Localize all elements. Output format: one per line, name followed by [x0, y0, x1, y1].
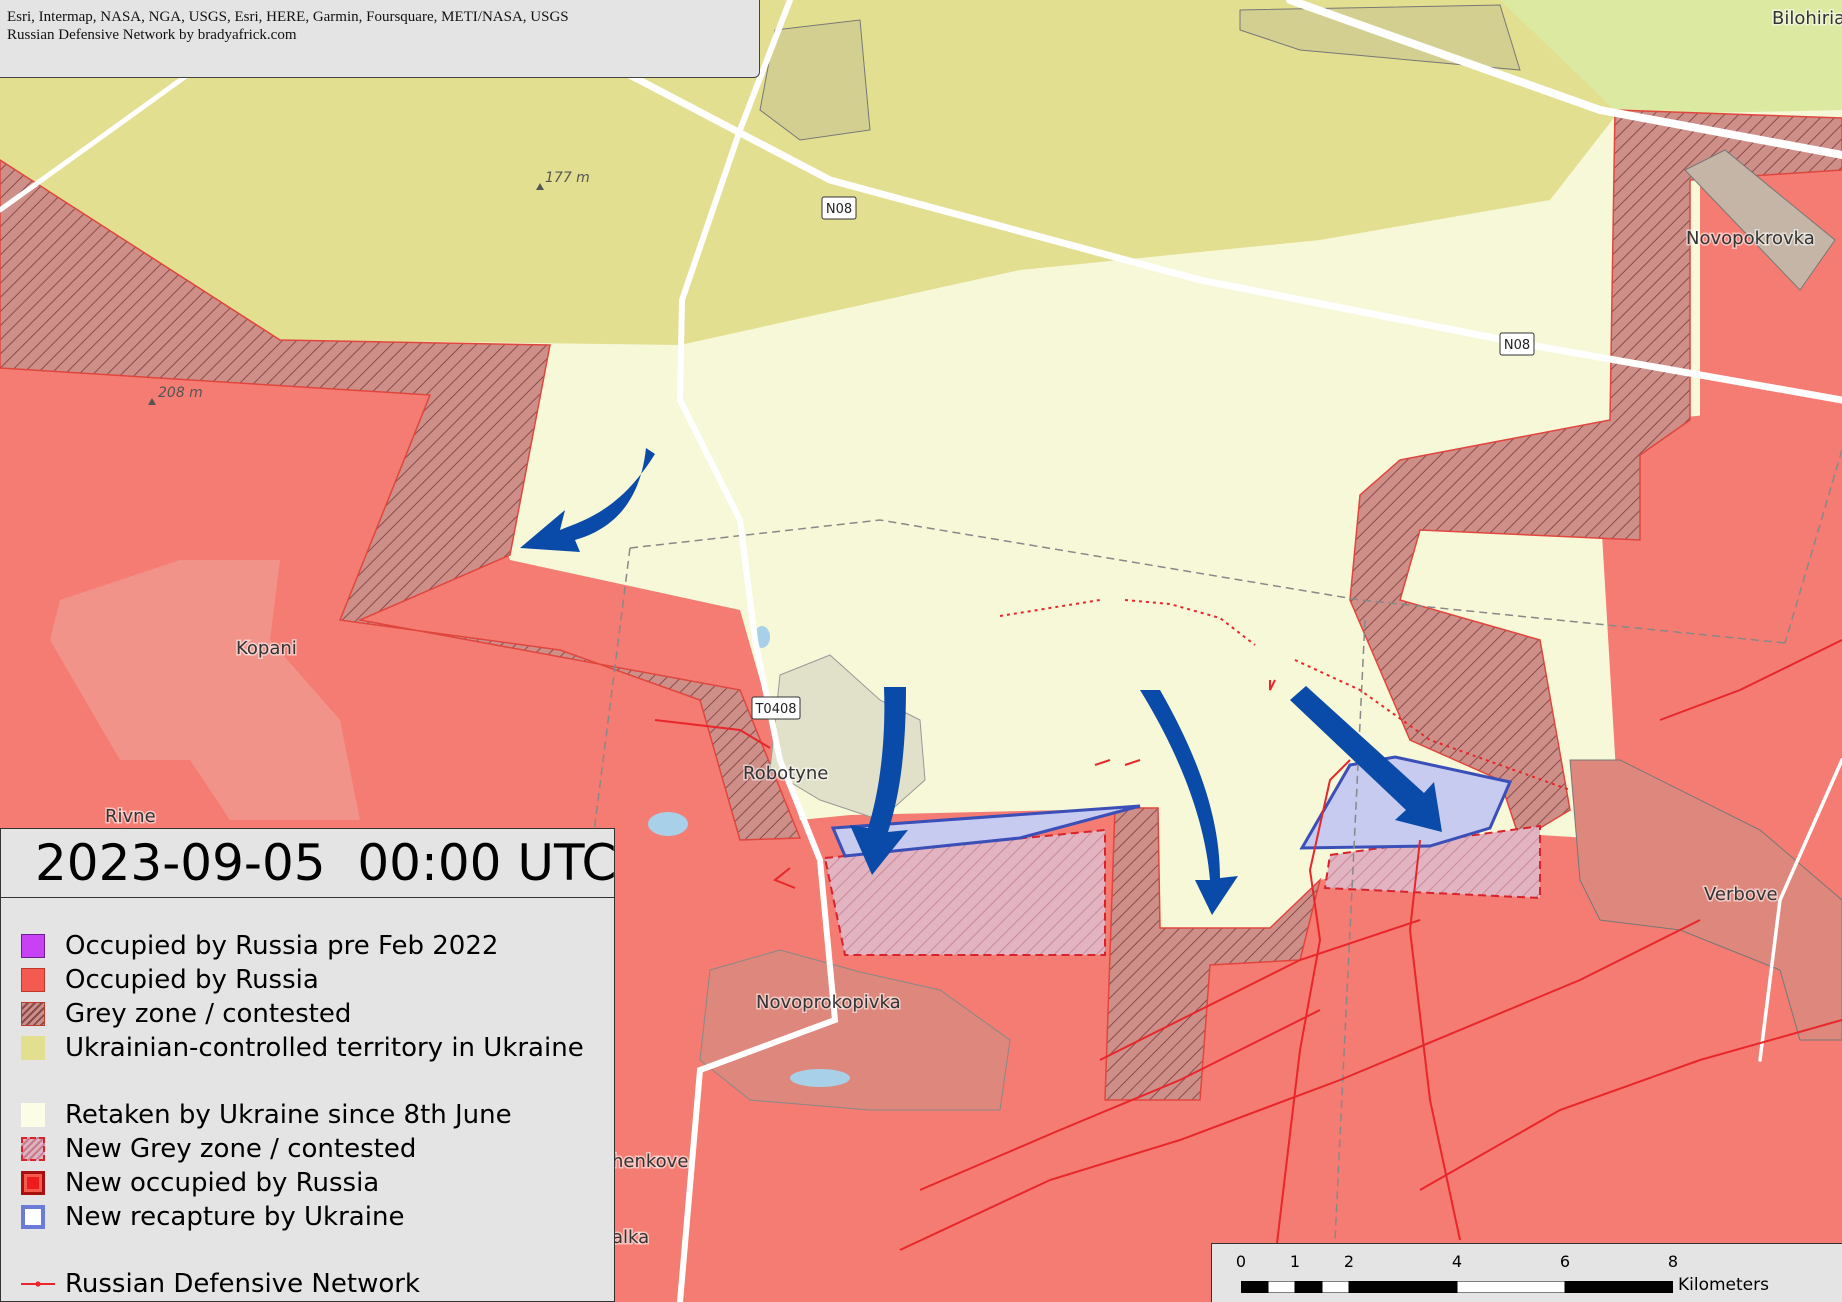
legend-label-ukraine: Ukrainian-controlled territory in Ukrain…: [65, 1033, 584, 1063]
svg-text:N08: N08: [826, 202, 852, 217]
road-shield-n08-2: N08: [1499, 332, 1535, 356]
svg-text:N08: N08: [1504, 338, 1530, 353]
place-label-bilohiria: Bilohiria: [1772, 8, 1842, 29]
legend-swatch-occupied: [21, 968, 45, 992]
legend-swatch-retaken: [21, 1103, 45, 1127]
scale-bar: 0 1 2 4 6 8 Kilometers: [1211, 1243, 1842, 1302]
legend-swatch-new-grey-zone: [21, 1137, 45, 1161]
legend-swatch-ukraine: [21, 1036, 45, 1060]
legend-swatch-pre-2022: [21, 934, 45, 958]
scale-tick-2: 2: [1343, 1252, 1355, 1271]
place-label-verbove: Verbove: [1704, 884, 1778, 905]
legend-item-grey-zone: Grey zone / contested: [21, 999, 351, 1029]
legend-swatch-defensive-network: [21, 1281, 55, 1287]
legend-item-pre-2022: Occupied by Russia pre Feb 2022: [21, 931, 498, 961]
elevation-label-177: 177 m: [545, 170, 590, 186]
place-label-robotyne: Robotyne: [743, 763, 828, 784]
legend-label-grey-zone: Grey zone / contested: [65, 999, 352, 1029]
lake-robotyne: [648, 812, 688, 836]
scale-tick-0: 0: [1235, 1252, 1247, 1271]
legend-label-new-occupied: New occupied by Russia: [65, 1168, 380, 1198]
legend-label-occupied: Occupied by Russia: [65, 965, 319, 995]
legend-item-ukraine: Ukrainian-controlled territory in Ukrain…: [21, 1033, 584, 1063]
legend-swatch-new-recapture: [21, 1205, 45, 1229]
legend-label-pre-2022: Occupied by Russia pre Feb 2022: [65, 931, 499, 961]
legend-swatch-grey-zone: [21, 1002, 45, 1026]
svg-text:T0408: T0408: [754, 702, 796, 717]
scale-tick-6: 6: [1559, 1252, 1571, 1271]
legend-panel: 2023-09-05 00:00 UTC Occupied by Russia …: [0, 828, 616, 1302]
legend-label-new-grey-zone: New Grey zone / contested: [65, 1134, 417, 1164]
attribution-box: Esri, Intermap, NASA, NGA, USGS, Esri, H…: [0, 0, 760, 78]
legend-item-defensive-network: Russian Defensive Network: [21, 1269, 420, 1299]
legend-item-new-recapture: New recapture by Ukraine: [21, 1202, 404, 1232]
place-label-kopani: Kopani: [236, 638, 297, 659]
legend-label-retaken: Retaken by Ukraine since 8th June: [65, 1100, 512, 1130]
legend-item-occupied: Occupied by Russia: [21, 965, 319, 995]
scale-bar-graphic: [1241, 1281, 1673, 1293]
legend-swatch-new-occupied: [21, 1171, 45, 1195]
elevation-label-208: 208 m: [158, 385, 203, 401]
attribution-sources: Esri, Intermap, NASA, NGA, USGS, Esri, H…: [7, 9, 569, 25]
scale-unit: Kilometers: [1678, 1275, 1769, 1295]
legend-item-new-occupied: New occupied by Russia: [21, 1168, 379, 1198]
place-label-henkove: henkove: [612, 1151, 688, 1172]
legend-item-new-grey-zone: New Grey zone / contested: [21, 1134, 416, 1164]
place-label-rivne: Rivne: [105, 806, 156, 827]
scale-tick-4: 4: [1451, 1252, 1463, 1271]
legend-item-retaken: Retaken by Ukraine since 8th June: [21, 1100, 512, 1130]
scale-tick-1: 1: [1289, 1252, 1301, 1271]
road-shield-n08-1: N08: [821, 196, 857, 220]
road-shield-t0408: T0408: [751, 696, 801, 720]
attribution-network: Russian Defensive Network by bradyafrick…: [7, 27, 297, 43]
place-label-novopokrovka: Novopokrovka: [1686, 228, 1815, 249]
place-label-alka: alka: [612, 1227, 649, 1248]
place-label-novoprokopivka: Novoprokopivka: [756, 992, 901, 1013]
scale-tick-8: 8: [1667, 1252, 1679, 1271]
lake-novoprokopivka: [790, 1069, 850, 1087]
legend-label-new-recapture: New recapture by Ukraine: [65, 1202, 405, 1232]
legend-label-defensive-network: Russian Defensive Network: [65, 1269, 420, 1299]
legend-datetime: 2023-09-05 00:00 UTC: [1, 829, 616, 898]
